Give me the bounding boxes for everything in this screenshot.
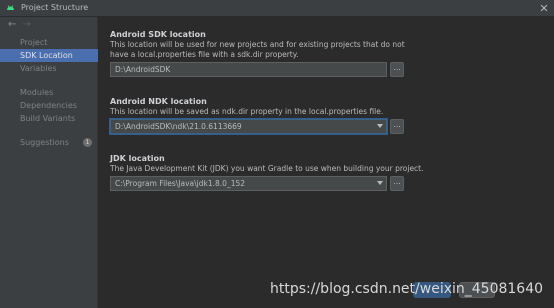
sdk-section-title: Android SDK location [110, 30, 206, 39]
ndk-section-title: Android NDK location [110, 97, 207, 106]
nav-arrows: ← → [8, 19, 31, 31]
jdk-browse-button[interactable]: ... [390, 176, 404, 191]
sidebar-item-build-variants[interactable]: Build Variants [0, 112, 98, 125]
sidebar-item-project[interactable]: Project [0, 36, 98, 49]
sdk-location-value: D:\AndroidSDK [115, 65, 171, 74]
close-button[interactable] [534, 0, 554, 17]
ndk-location-value: D:\AndroidSDK\ndk\21.0.6113669 [115, 122, 242, 131]
suggestions-count-badge: 1 [83, 138, 92, 147]
chevron-down-icon[interactable] [377, 181, 383, 185]
sdk-location-field[interactable]: D:\AndroidSDK [110, 62, 387, 77]
jdk-location-combobox[interactable]: C:\Program Files\Java\jdk1.8.0_152 [110, 176, 387, 191]
forward-arrow-icon[interactable]: → [22, 19, 30, 31]
suggestions-label: Suggestions [20, 138, 69, 147]
title-bar: Project Structure [0, 0, 554, 17]
back-arrow-icon[interactable]: ← [8, 19, 16, 31]
close-icon [540, 4, 548, 12]
window-title: Project Structure [21, 3, 89, 12]
sidebar-item-modules[interactable]: Modules [0, 86, 98, 99]
sdk-browse-button[interactable]: ... [390, 62, 404, 77]
android-studio-icon [7, 5, 14, 10]
sidebar-item-suggestions[interactable]: Suggestions 1 [0, 136, 98, 149]
jdk-location-value: C:\Program Files\Java\jdk1.8.0_152 [115, 179, 246, 188]
sidebar: ← → Project SDK Location Variables Modul… [0, 17, 98, 308]
jdk-description: The Java Development Kit (JDK) you want … [110, 164, 424, 173]
ndk-browse-button[interactable]: ... [390, 119, 404, 134]
sidebar-item-dependencies[interactable]: Dependencies [0, 99, 98, 112]
sidebar-item-sdk-location[interactable]: SDK Location [0, 49, 98, 62]
jdk-section-title: JDK location [110, 154, 165, 163]
main-panel: Android SDK location This location will … [99, 17, 554, 308]
watermark-text: https://blog.csdn.net/weixin_45081640 [270, 281, 544, 297]
sdk-description: This location will be used for new proje… [110, 40, 405, 59]
ndk-description: This location will be saved as ndk.dir p… [110, 107, 384, 116]
sidebar-item-variables[interactable]: Variables [0, 62, 98, 75]
ndk-location-combobox[interactable]: D:\AndroidSDK\ndk\21.0.6113669 [110, 119, 387, 134]
window-controls [534, 0, 554, 17]
chevron-down-icon[interactable] [377, 124, 383, 128]
